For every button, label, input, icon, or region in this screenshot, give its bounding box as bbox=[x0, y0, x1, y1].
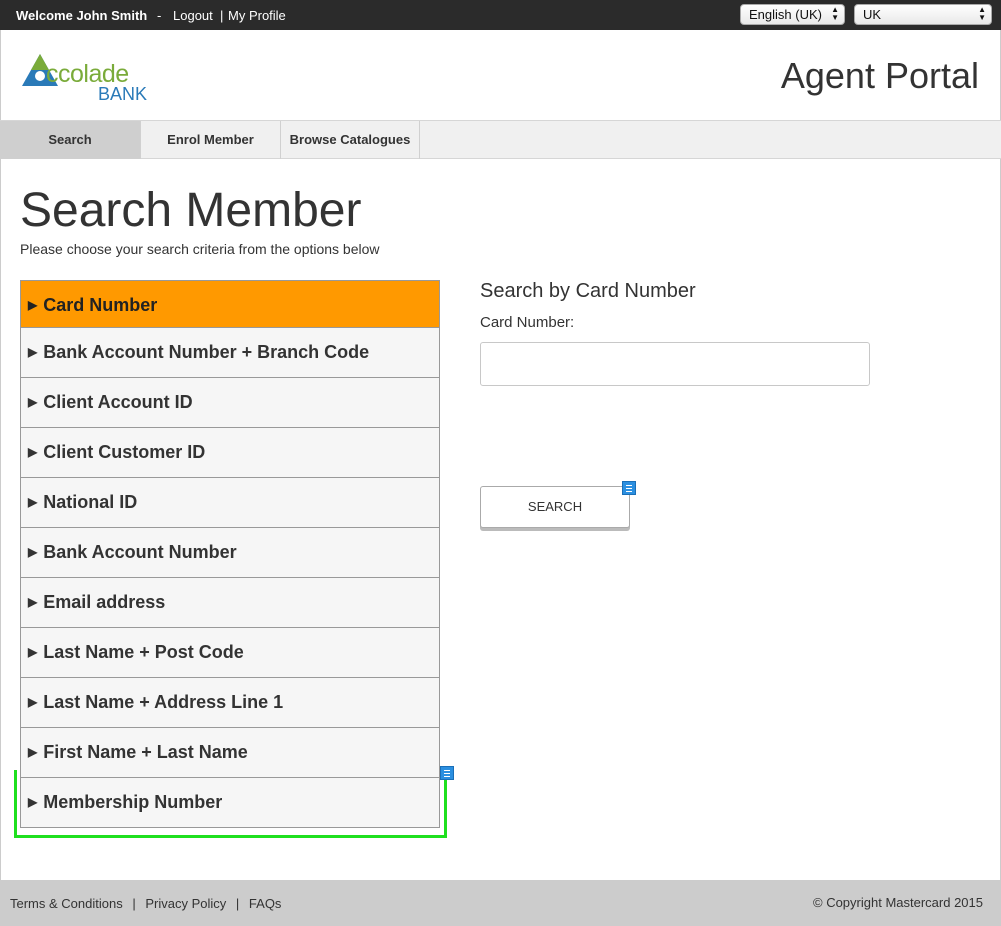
welcome-text: Welcome John Smith bbox=[16, 8, 148, 23]
logo-bank-text: BANK bbox=[98, 84, 148, 104]
terms-conditions-link[interactable]: Terms & Conditions bbox=[10, 896, 123, 911]
logout-link[interactable]: Logout bbox=[173, 8, 213, 23]
portal-title: Agent Portal bbox=[780, 55, 979, 96]
copyright-text: © Copyright Mastercard 2015 bbox=[813, 895, 983, 910]
triangle-right-icon: ▶ bbox=[28, 745, 38, 759]
selection-highlight-outline bbox=[14, 770, 447, 838]
criterion-label: Client Account ID bbox=[43, 392, 193, 412]
criterion-label: Bank Account Number bbox=[43, 542, 237, 562]
privacy-policy-link[interactable]: Privacy Policy bbox=[145, 896, 226, 911]
footer-separator: | bbox=[132, 896, 136, 911]
criterion-email-address[interactable]: ▶ Email address bbox=[20, 578, 440, 628]
triangle-right-icon: ▶ bbox=[28, 595, 38, 609]
criterion-label: National ID bbox=[43, 492, 138, 512]
page-subtitle: Please choose your search criteria from … bbox=[20, 241, 380, 257]
tab-search[interactable]: Search bbox=[0, 121, 141, 159]
criterion-card-number[interactable]: ▶ Card Number bbox=[20, 280, 440, 328]
note-icon[interactable] bbox=[622, 481, 636, 495]
welcome-dash: - bbox=[157, 8, 162, 23]
criterion-bank-account-number[interactable]: ▶ Bank Account Number bbox=[20, 528, 440, 578]
note-icon[interactable] bbox=[440, 766, 454, 780]
criterion-label: First Name + Last Name bbox=[43, 742, 248, 762]
triangle-right-icon: ▶ bbox=[28, 395, 38, 409]
top-bar: Welcome John Smith - Logout | My Profile… bbox=[0, 0, 1001, 30]
page-title: Search Member bbox=[20, 184, 362, 237]
select-arrows-icon: ▲ ▼ bbox=[978, 5, 986, 22]
main-navigation: Search Enrol Member Browse Catalogues bbox=[0, 120, 1001, 159]
criterion-label: Client Customer ID bbox=[43, 442, 206, 462]
select-arrows-icon: ▲ ▼ bbox=[831, 5, 839, 22]
country-select[interactable]: UK ▲ ▼ bbox=[854, 4, 992, 25]
search-criteria-list: ▶ Card Number ▶ Bank Account Number + Bran… bbox=[20, 280, 440, 828]
triangle-right-icon: ▶ bbox=[28, 445, 38, 459]
highlight-left-edge bbox=[14, 770, 17, 838]
criterion-label: Last Name + Post Code bbox=[43, 642, 244, 662]
triangle-right-icon: ▶ bbox=[28, 345, 38, 359]
footer: Terms & Conditions | Privacy Policy | FA… bbox=[0, 880, 1001, 926]
criterion-last-name-post-code[interactable]: ▶ Last Name + Post Code bbox=[20, 628, 440, 678]
country-select-value: UK bbox=[863, 7, 882, 22]
tab-enrol-member[interactable]: Enrol Member bbox=[141, 121, 281, 159]
search-panel-title: Search by Card Number bbox=[480, 280, 696, 302]
criterion-national-id[interactable]: ▶ National ID bbox=[20, 478, 440, 528]
criterion-client-account-id[interactable]: ▶ Client Account ID bbox=[20, 378, 440, 428]
language-select[interactable]: English (UK) ▲ ▼ bbox=[740, 4, 845, 25]
footer-links: Terms & Conditions | Privacy Policy | FA… bbox=[10, 896, 281, 911]
faqs-link[interactable]: FAQs bbox=[249, 896, 282, 911]
tab-browse-catalogues[interactable]: Browse Catalogues bbox=[281, 121, 420, 159]
criterion-label: Bank Account Number + Branch Code bbox=[43, 342, 370, 362]
search-button[interactable]: SEARCH bbox=[480, 486, 630, 528]
topbar-separator: | bbox=[220, 8, 224, 23]
accolade-bank-logo[interactable]: ccolade BANK bbox=[20, 50, 160, 105]
triangle-right-icon: ▶ bbox=[28, 298, 38, 312]
criterion-label: Card Number bbox=[43, 295, 158, 315]
card-number-label: Card Number: bbox=[480, 314, 575, 331]
footer-separator: | bbox=[235, 896, 240, 911]
triangle-right-icon: ▶ bbox=[28, 495, 38, 509]
triangle-right-icon: ▶ bbox=[28, 695, 38, 709]
criterion-last-name-address-line-1[interactable]: ▶ Last Name + Address Line 1 bbox=[20, 678, 440, 728]
language-select-value: English (UK) bbox=[749, 7, 822, 22]
card-number-input[interactable] bbox=[480, 342, 870, 386]
my-profile-link[interactable]: My Profile bbox=[228, 8, 286, 23]
criterion-bank-account-branch-code[interactable]: ▶ Bank Account Number + Branch Code bbox=[20, 328, 440, 378]
triangle-right-icon: ▶ bbox=[28, 645, 38, 659]
criterion-label: Email address bbox=[43, 592, 166, 612]
criterion-label: Last Name + Address Line 1 bbox=[43, 692, 284, 712]
triangle-right-icon: ▶ bbox=[28, 545, 38, 559]
criterion-client-customer-id[interactable]: ▶ Client Customer ID bbox=[20, 428, 440, 478]
